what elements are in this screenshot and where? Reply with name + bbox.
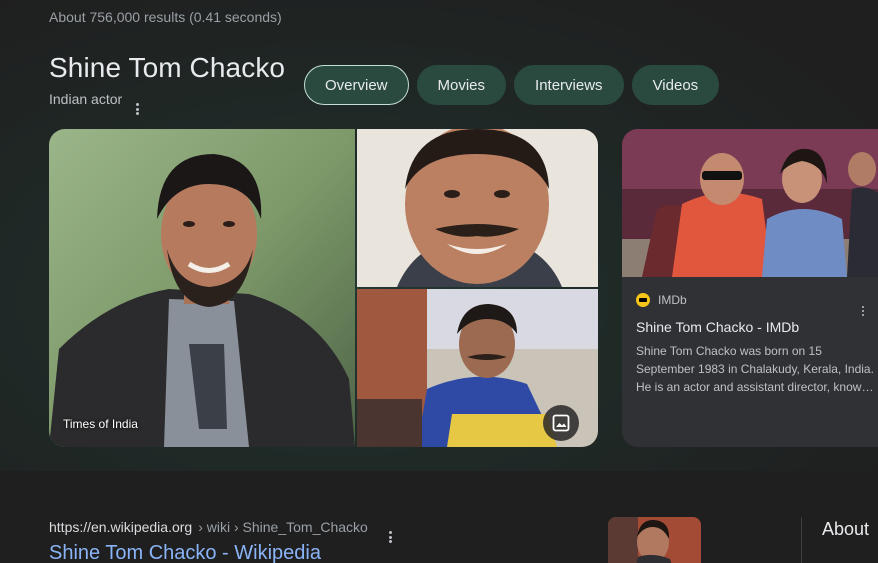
more-options-button[interactable] bbox=[136, 93, 140, 115]
column-divider bbox=[801, 517, 802, 563]
imdb-card[interactable]: IMDb Shine Tom Chacko - IMDb Shine Tom C… bbox=[622, 129, 878, 447]
tab-videos[interactable]: Videos bbox=[631, 65, 720, 105]
result-path: › wiki › Shine_Tom_Chacko bbox=[198, 519, 368, 535]
imdb-favicon-icon bbox=[636, 293, 650, 307]
entity-title: Shine Tom Chacko bbox=[49, 52, 286, 83]
more-vert-icon bbox=[136, 103, 140, 115]
results-stats: About 756,000 results (0.41 seconds) bbox=[49, 9, 282, 25]
imdb-snippet: Shine Tom Chacko was born on 15 Septembe… bbox=[636, 344, 874, 394]
closeup-photo[interactable] bbox=[357, 129, 598, 287]
about-heading: About bbox=[822, 519, 870, 539]
candid-photo[interactable] bbox=[357, 289, 598, 447]
image-grid: Times of India bbox=[49, 129, 598, 447]
entity-tabs: Overview Movies Interviews Videos bbox=[304, 65, 720, 105]
imdb-source-name: IMDb bbox=[658, 293, 687, 307]
result-title-link[interactable]: Shine Tom Chacko - Wikipedia bbox=[49, 542, 321, 563]
more-vert-icon bbox=[389, 531, 393, 543]
search-results-page: About 756,000 results (0.41 seconds) Shi… bbox=[0, 0, 878, 563]
tab-overview[interactable]: Overview bbox=[304, 65, 409, 105]
more-vert-icon bbox=[862, 306, 865, 316]
tab-interviews[interactable]: Interviews bbox=[514, 65, 624, 105]
tab-movies[interactable]: Movies bbox=[416, 65, 507, 105]
result-more-options-button[interactable] bbox=[389, 521, 393, 543]
imdb-thumbnail bbox=[622, 129, 878, 277]
result-host: https://en.wikipedia.org bbox=[49, 519, 193, 535]
result-thumbnail[interactable] bbox=[608, 517, 701, 563]
imdb-more-options-button[interactable] bbox=[862, 295, 865, 316]
image-source-caption: Times of India bbox=[63, 417, 138, 431]
image-icon bbox=[552, 414, 570, 432]
main-photo[interactable] bbox=[49, 129, 355, 447]
imdb-source: IMDb bbox=[636, 293, 687, 307]
result-url[interactable]: https://en.wikipedia.org › wiki › Shine_… bbox=[49, 519, 368, 535]
image-search-button[interactable] bbox=[543, 405, 579, 441]
entity-subtitle: Indian actor bbox=[49, 91, 123, 107]
imdb-title[interactable]: Shine Tom Chacko - IMDb bbox=[636, 319, 799, 335]
